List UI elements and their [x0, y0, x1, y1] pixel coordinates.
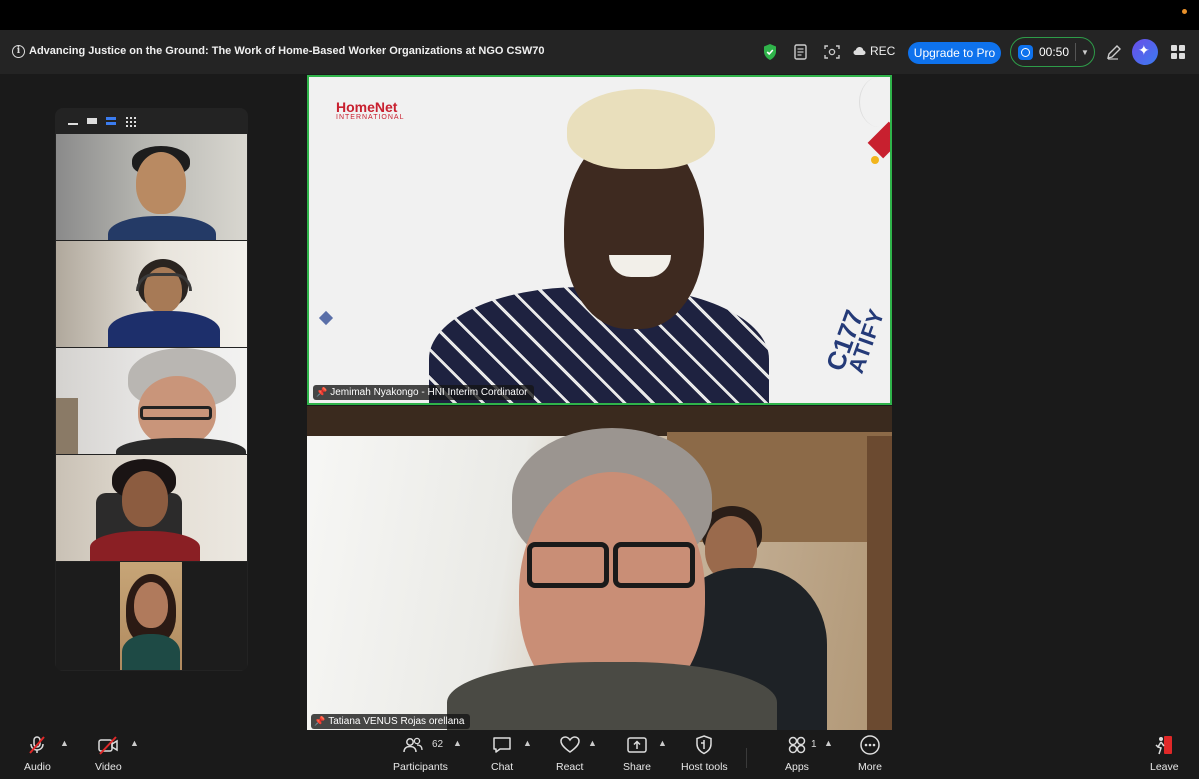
audio-options-chevron-icon[interactable]: ▲: [60, 738, 69, 748]
chat-label: Chat: [491, 761, 514, 773]
leave-exit-icon: [1155, 736, 1173, 755]
chat-bubble-icon: [493, 737, 511, 753]
view-grid-icon[interactable]: [1171, 45, 1185, 59]
react-options-chevron-icon[interactable]: ▲: [588, 738, 597, 748]
info-icon[interactable]: i: [12, 45, 25, 58]
apps-options-chevron-icon[interactable]: ▲: [824, 738, 833, 748]
ai-companion-icon[interactable]: [1132, 39, 1158, 65]
video-options-chevron-icon[interactable]: ▲: [130, 738, 139, 748]
participant-name-label: 📌 Tatiana VENUS Rojas orellana: [311, 714, 471, 729]
toolbar-divider: [746, 748, 747, 768]
timer-clock-icon: [1018, 44, 1033, 60]
pin-icon: 📌: [316, 387, 328, 397]
apps-label: Apps: [785, 761, 809, 773]
host-shield-icon: [696, 735, 713, 755]
participants-count: 62: [432, 739, 444, 750]
react-button[interactable]: React: [556, 734, 583, 776]
upgrade-to-pro-button[interactable]: Upgrade to Pro: [908, 42, 1001, 64]
meeting-title: Advancing Justice on the Ground: The Wor…: [29, 45, 545, 57]
share-label: Share: [623, 761, 652, 773]
timer-divider: [1075, 43, 1077, 61]
apps-button[interactable]: Apps: [785, 734, 809, 776]
video-button[interactable]: Video: [95, 734, 122, 776]
speaker-name: Jemimah Nyakongo - HNI Interim Cordinato…: [330, 387, 528, 398]
share-screen-icon: [627, 737, 647, 753]
video-label: Video: [95, 761, 122, 773]
meeting-timer[interactable]: 00:50 ▼: [1010, 37, 1095, 67]
system-top-strip: [0, 0, 1199, 30]
gallery-tile-participant-4[interactable]: [56, 455, 247, 561]
annotate-pencil-icon[interactable]: [1104, 42, 1124, 62]
share-options-chevron-icon[interactable]: ▲: [658, 738, 667, 748]
participants-label: Participants: [393, 761, 448, 773]
microphone-muted-icon: [29, 736, 46, 754]
apps-count: 1: [811, 739, 817, 750]
audio-label: Audio: [24, 761, 51, 773]
gallery-tile-participant-5[interactable]: [56, 562, 247, 670]
focus-mode-icon[interactable]: [822, 42, 842, 62]
gallery-tile-participant-2[interactable]: [56, 241, 247, 347]
meeting-title-bar: i Advancing Justice on the Ground: The W…: [0, 30, 1199, 74]
small-view-icon[interactable]: [87, 118, 97, 124]
grid-view-icon[interactable]: [125, 115, 136, 127]
gallery-tile-participant-3[interactable]: [56, 348, 247, 454]
react-label: React: [556, 761, 584, 773]
chat-button[interactable]: Chat: [491, 734, 513, 776]
homenet-logo-subtext: INTERNATIONAL: [336, 114, 405, 121]
speaker-name-label: 📌 Jemimah Nyakongo - HNI Interim Cordina…: [313, 385, 534, 400]
host-tools-button[interactable]: Host tools: [681, 734, 728, 776]
homenet-logo: HomeNet: [336, 99, 398, 115]
host-tools-label: Host tools: [681, 761, 728, 773]
meeting-controls-toolbar: Audio ▲ Video ▲ Participants 62 ▲ Chat ▲…: [0, 730, 1199, 779]
more-button[interactable]: More: [858, 734, 882, 776]
camera-off-icon: [98, 736, 119, 755]
pin-icon: 📌: [314, 716, 326, 726]
gallery-tile-participant-1[interactable]: [56, 134, 247, 240]
encryption-shield-icon[interactable]: [760, 42, 780, 62]
share-button[interactable]: Share: [623, 734, 651, 776]
leave-button[interactable]: Leave: [1150, 734, 1179, 776]
apps-icon: [788, 736, 806, 754]
video-stage: HomeNet INTERNATIONAL ATIFY C177 📌 Jemim…: [0, 74, 1199, 732]
heart-icon: [559, 736, 580, 753]
recording-indicator[interactable]: REC: [853, 44, 895, 58]
notes-icon[interactable]: [791, 42, 811, 62]
chat-options-chevron-icon[interactable]: ▲: [523, 738, 532, 748]
more-dots-icon: [860, 735, 880, 755]
status-dot: [1182, 9, 1187, 14]
view-size-controls: [68, 115, 136, 127]
audio-button[interactable]: Audio: [24, 734, 51, 776]
participants-options-chevron-icon[interactable]: ▲: [453, 738, 462, 748]
strip-view-icon[interactable]: [106, 117, 116, 125]
timer-value: 00:50: [1039, 45, 1070, 59]
minimize-view-icon[interactable]: [68, 122, 78, 125]
cloud-icon: [853, 47, 866, 55]
participants-icon: [403, 737, 424, 753]
more-label: More: [858, 761, 882, 773]
participant-name: Tatiana VENUS Rojas orellana: [328, 716, 465, 727]
gallery-panel: [55, 108, 248, 671]
participant-video-tatiana[interactable]: 📌 Tatiana VENUS Rojas orellana: [307, 406, 892, 732]
leave-label: Leave: [1150, 761, 1179, 773]
rec-label: REC: [870, 44, 896, 58]
active-speaker-video[interactable]: HomeNet INTERNATIONAL ATIFY C177 📌 Jemim…: [307, 75, 892, 405]
chevron-down-icon[interactable]: ▼: [1081, 48, 1089, 57]
